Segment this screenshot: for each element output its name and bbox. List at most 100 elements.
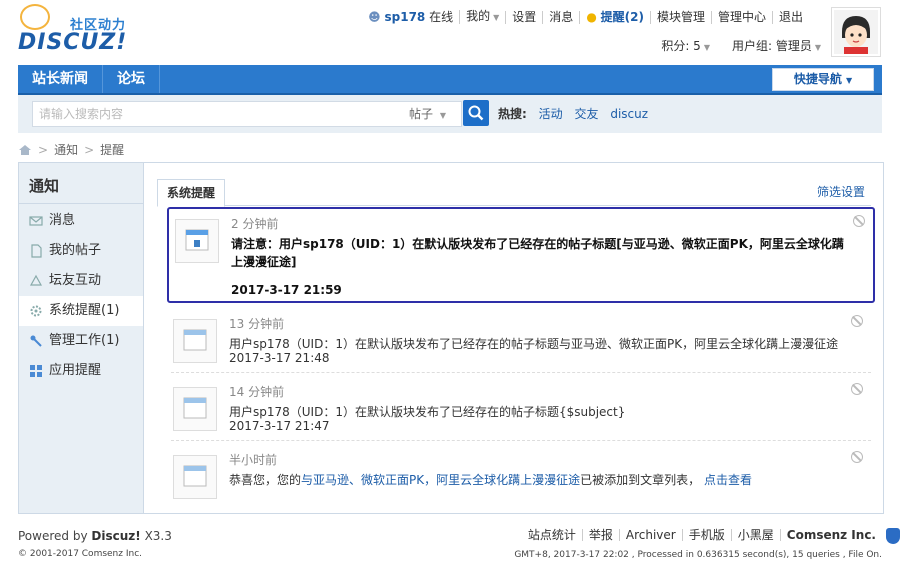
- breadcrumb-separator: >: [84, 142, 95, 157]
- footer-link-blacklist[interactable]: 小黑屋: [730, 529, 780, 541]
- breadcrumb-remind: 提醒: [100, 143, 125, 157]
- block-management-link[interactable]: 模块管理: [649, 10, 711, 24]
- notice-time: 13 分钟前: [229, 317, 285, 331]
- footer-link-archiver[interactable]: Archiver: [618, 529, 682, 541]
- footer-link-report[interactable]: 举报: [581, 529, 619, 541]
- envelope-icon: [29, 216, 43, 226]
- divider: [19, 203, 143, 204]
- chevron-down-icon: ▼: [439, 111, 446, 120]
- hot-search-link[interactable]: 活动: [539, 107, 563, 121]
- top-user-nav: ☻ sp178 在线 我的 ▼ 设置 消息 ● 提醒(2) 模块管理 管理中心 退…: [362, 10, 809, 24]
- nav-forum[interactable]: 论坛: [103, 65, 159, 93]
- nav-news[interactable]: 站长新闻: [18, 65, 102, 93]
- view-link[interactable]: 点击查看: [704, 473, 752, 487]
- notice-time: 14 分钟前: [229, 385, 285, 399]
- notice-date: 2017-3-17 21:59: [231, 283, 342, 297]
- breadcrumb-separator: >: [38, 142, 49, 157]
- settings-link[interactable]: 设置: [505, 10, 542, 24]
- list-item: 13 分钟前 用户sp178（UID：1）在默认版块发布了已经存在的帖子标题与亚…: [167, 309, 871, 369]
- delete-icon[interactable]: [851, 315, 863, 327]
- footer-product-link[interactable]: Discuz!: [91, 529, 140, 543]
- user-menu[interactable]: ☻ sp178 在线: [362, 9, 459, 24]
- delete-icon[interactable]: [853, 215, 865, 227]
- nav-divider: [159, 65, 160, 93]
- notice-time: 2 分钟前: [231, 217, 279, 231]
- sidebar-item-app-remind[interactable]: 应用提醒: [19, 356, 143, 386]
- hot-search-link[interactable]: 交友: [574, 107, 598, 121]
- search-bar: 请输入搜索内容 帖子 ▼ 热搜: 活动 交友 discuz: [18, 95, 882, 133]
- filter-settings-link[interactable]: 筛选设置: [817, 183, 865, 200]
- list-item: 14 分钟前 用户sp178（UID：1）在默认版块发布了已经存在的帖子标题{$…: [167, 377, 871, 437]
- footer-powered: Powered by Discuz! X3.3: [18, 529, 172, 543]
- chevron-down-icon: ▼: [846, 76, 853, 85]
- messages-link[interactable]: 消息: [542, 10, 579, 24]
- user-subnav: 积分: 5 ▼ 用户组: 管理员 ▼: [661, 37, 821, 54]
- notice-date: 2017-3-17 21:47: [229, 419, 330, 433]
- delete-icon[interactable]: [851, 383, 863, 395]
- wrench-icon: [30, 335, 42, 347]
- notice-message: 请注意：用户sp178（UID：1）在默认版块发布了已经存在的帖子标题[与亚马逊…: [231, 237, 844, 269]
- sidebar-item-messages[interactable]: 消息: [19, 206, 143, 236]
- remind-link[interactable]: ● 提醒(2): [579, 9, 650, 24]
- sidebar-item-system-remind[interactable]: 系统提醒(1): [19, 296, 143, 326]
- chevron-down-icon: ▼: [493, 13, 500, 22]
- notice-date: 2017-3-17 21:48: [229, 351, 330, 365]
- notice-icon: [173, 387, 217, 431]
- breadcrumb: > 通知 > 提醒: [18, 141, 124, 158]
- hot-search-label: 热搜:: [498, 107, 527, 121]
- logout-link[interactable]: 退出: [771, 10, 809, 24]
- divider: [171, 372, 871, 373]
- my-menu[interactable]: 我的 ▼: [459, 10, 505, 24]
- divider: [157, 205, 871, 206]
- shield-icon[interactable]: [886, 528, 900, 544]
- document-icon: [31, 244, 42, 258]
- hot-search-link[interactable]: discuz: [610, 107, 648, 121]
- notice-icon: [173, 455, 217, 499]
- search-icon: [468, 105, 484, 121]
- username-link[interactable]: sp178: [384, 10, 425, 24]
- list-item: 2 分钟前 请注意：用户sp178（UID：1）在默认版块发布了已经存在的帖子标…: [167, 207, 875, 303]
- breadcrumb-notify[interactable]: 通知: [54, 141, 78, 158]
- search-input[interactable]: 请输入搜索内容: [32, 101, 408, 127]
- delete-icon[interactable]: [851, 451, 863, 463]
- notice-icon: [173, 319, 217, 363]
- sidebar-item-management[interactable]: 管理工作(1): [19, 326, 143, 356]
- article-link[interactable]: 与亚马逊、微软正面PK，阿里云全球化蹒上漫漫征途: [301, 473, 580, 487]
- search-type-select[interactable]: 帖子 ▼: [402, 101, 462, 127]
- footer-stats: GMT+8, 2017-3-17 22:02 , Processed in 0.…: [514, 550, 882, 560]
- admin-center-link[interactable]: 管理中心: [710, 10, 772, 24]
- main-nav: 站长新闻 论坛 快捷导航 ▼: [18, 65, 882, 95]
- footer-copyright: © 2001-2017 Comsenz Inc.: [18, 549, 143, 559]
- usergroup-menu[interactable]: 用户组: 管理员 ▼: [732, 37, 821, 54]
- sidebar-item-interaction[interactable]: 坛友互动: [19, 266, 143, 296]
- notice-time: 半小时前: [229, 453, 278, 467]
- list-item: 半小时前 恭喜您，您的与亚马逊、微软正面PK，阿里云全球化蹒上漫漫征途已被添加到…: [167, 445, 871, 505]
- user-icon: ☻: [368, 9, 381, 24]
- sidebar-item-my-posts[interactable]: 我的帖子: [19, 236, 143, 266]
- footer-link-stats[interactable]: 站点统计: [522, 529, 582, 541]
- logo-bubble-icon: [20, 4, 50, 30]
- logo[interactable]: DISCUZ!: [18, 30, 127, 55]
- quick-nav-button[interactable]: 快捷导航 ▼: [772, 68, 874, 91]
- credits-menu[interactable]: 积分: 5 ▼: [661, 37, 710, 54]
- search-button[interactable]: [463, 100, 489, 126]
- sidebar: 通知 消息 我的帖子 坛友互动 系统提醒(1) 管理工作(1) 应用提醒: [19, 163, 144, 513]
- tab-system-remind[interactable]: 系统提醒: [157, 179, 225, 207]
- notice-icon: [175, 219, 219, 263]
- avatar[interactable]: [831, 7, 881, 57]
- hot-search: 热搜: 活动 交友 discuz: [498, 105, 648, 122]
- footer-link-mobile[interactable]: 手机版: [681, 529, 731, 541]
- chevron-down-icon: ▼: [703, 43, 710, 52]
- notice-message: 恭喜您，您的与亚马逊、微软正面PK，阿里云全球化蹒上漫漫征途已被添加到文章列表，…: [229, 473, 752, 487]
- bulb-icon: ●: [586, 9, 597, 24]
- home-icon[interactable]: [18, 144, 32, 156]
- gear-icon: [30, 305, 42, 317]
- footer-links: 站点统计 举报 Archiver 手机版 小黑屋 Comsenz Inc.: [522, 529, 882, 541]
- sidebar-title: 通知: [29, 177, 60, 195]
- grid-icon: [30, 365, 42, 377]
- footer-link-comsenz[interactable]: Comsenz Inc.: [779, 529, 882, 541]
- recycle-icon: [29, 274, 43, 286]
- main-panel: 通知 消息 我的帖子 坛友互动 系统提醒(1) 管理工作(1) 应用提醒 系统提…: [18, 162, 884, 514]
- chevron-down-icon: ▼: [814, 43, 821, 52]
- divider: [171, 440, 871, 441]
